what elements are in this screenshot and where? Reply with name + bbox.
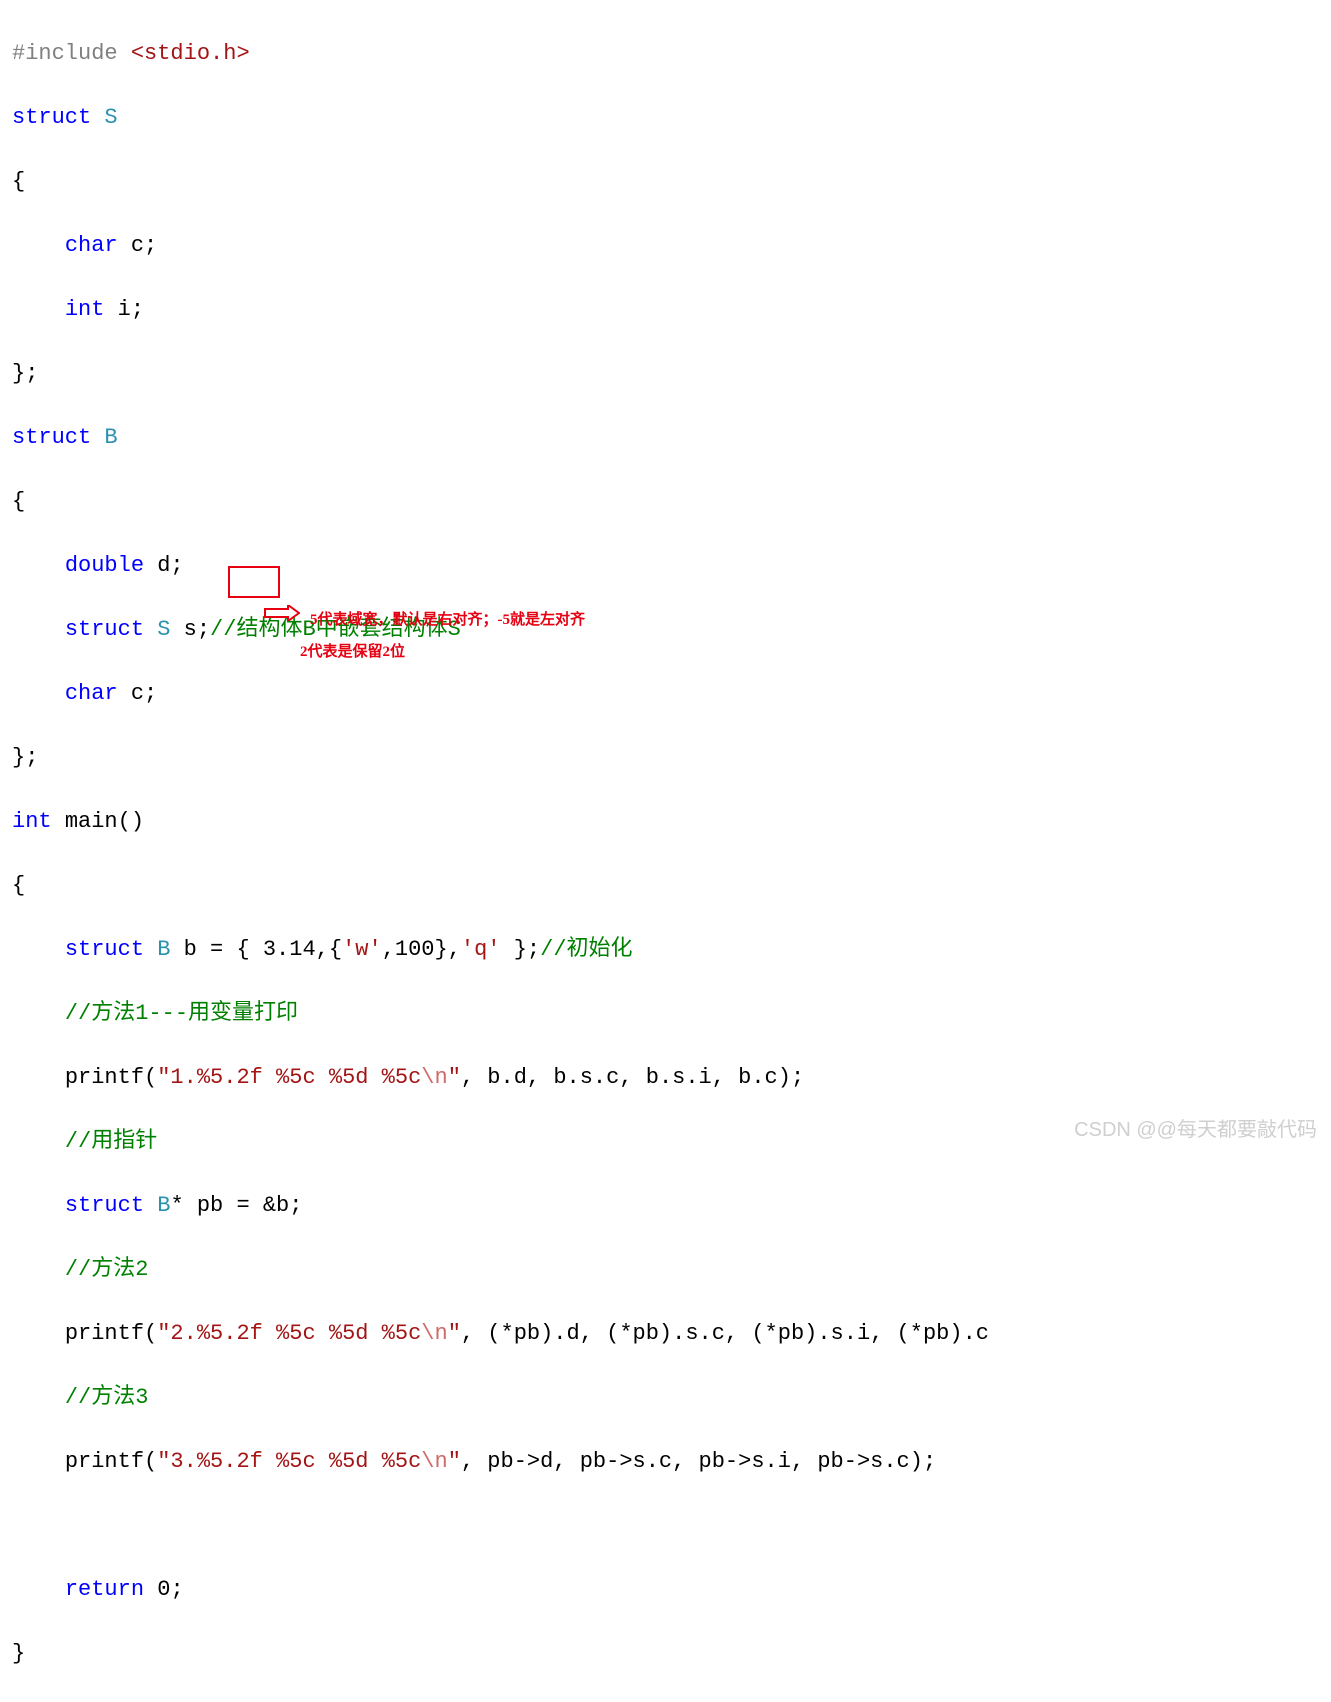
fmt-1a: "1.%: [157, 1065, 210, 1090]
highlight-box: [228, 566, 280, 598]
decl-s: s;: [170, 617, 210, 642]
fmt-2a: "2.%5.2f %5c %5d %5c: [157, 1321, 421, 1346]
watermark: CSDN @@每天都要敲代码: [1074, 1114, 1317, 1146]
ret-zero: 0: [157, 1577, 170, 1602]
fmt-1c: ": [448, 1065, 461, 1090]
kw-return: return: [65, 1577, 157, 1602]
type-S: S: [104, 105, 117, 130]
kw-struct: struct: [65, 937, 157, 962]
printf-call: printf(: [65, 1321, 157, 1346]
kw-char: char: [65, 681, 131, 706]
brace-close: };: [12, 745, 38, 770]
annotation-precision: 2代表是保留2位: [300, 636, 405, 668]
type-B: B: [157, 1193, 170, 1218]
kw-struct: struct: [65, 1193, 157, 1218]
comment-ptr: //用指针: [65, 1129, 157, 1154]
kw-double: double: [65, 553, 157, 578]
code-block: #include <stdio.h> struct S { char c; in…: [12, 6, 989, 1702]
annotation-width: 5代表域宽，默认是右对齐；-5就是左对齐: [310, 604, 585, 636]
kw-struct: struct: [12, 105, 104, 130]
comment-m3: //方法3: [65, 1385, 149, 1410]
num-100: 100: [395, 937, 435, 962]
fmt-3a: "3.%5.2f %5c %5d %5c: [157, 1449, 421, 1474]
kw-char: char: [65, 233, 131, 258]
decl-c2: c;: [131, 681, 157, 706]
num-314: 3.14: [263, 937, 316, 962]
brace-open: {: [12, 169, 25, 194]
include-header: <stdio.h>: [131, 41, 250, 66]
sep: ,: [382, 937, 395, 962]
brace-close: }: [12, 1641, 25, 1666]
type-S: S: [157, 617, 170, 642]
var-b: b = {: [170, 937, 262, 962]
kw-struct: struct: [65, 617, 157, 642]
kw-struct: struct: [12, 425, 104, 450]
brace-open: {: [12, 489, 25, 514]
fmt-1b: f %5c %5d %5c: [250, 1065, 422, 1090]
brace-close: };: [12, 361, 38, 386]
args-2: , (*pb).d, (*pb).s.c, (*pb).s.i, (*pb).c: [461, 1321, 989, 1346]
sep: },: [435, 937, 461, 962]
fmt-boxed: 5.2: [210, 1065, 250, 1090]
decl-d: d;: [157, 553, 183, 578]
comment-m1: //方法1---用变量打印: [65, 1001, 298, 1026]
decl-i: i;: [118, 297, 144, 322]
args-1: , b.d, b.s.c, b.s.i, b.c);: [461, 1065, 804, 1090]
type-B: B: [104, 425, 117, 450]
brace-open: {: [12, 873, 25, 898]
printf-call: printf(: [65, 1065, 157, 1090]
fmt-3c: ": [448, 1449, 461, 1474]
sep: };: [501, 937, 541, 962]
fmt-2c: ": [448, 1321, 461, 1346]
comment-m2: //方法2: [65, 1257, 149, 1282]
char-w: 'w': [342, 937, 382, 962]
esc-n: \n: [421, 1065, 447, 1090]
type-B: B: [157, 937, 170, 962]
preproc-include: #include: [12, 41, 131, 66]
args-3: , pb->d, pb->s.c, pb->s.i, pb->s.c);: [461, 1449, 936, 1474]
arrow-icon: [264, 605, 300, 621]
char-q: 'q': [461, 937, 501, 962]
esc-n: \n: [421, 1449, 447, 1474]
decl-c: c;: [131, 233, 157, 258]
kw-int: int: [65, 297, 118, 322]
semi: ;: [170, 1577, 183, 1602]
main-decl: main(): [65, 809, 144, 834]
comment-init: //初始化: [540, 937, 632, 962]
esc-n: \n: [421, 1321, 447, 1346]
sep: ,{: [316, 937, 342, 962]
decl-pb: * pb = &b;: [170, 1193, 302, 1218]
kw-int: int: [12, 809, 65, 834]
printf-call: printf(: [65, 1449, 157, 1474]
